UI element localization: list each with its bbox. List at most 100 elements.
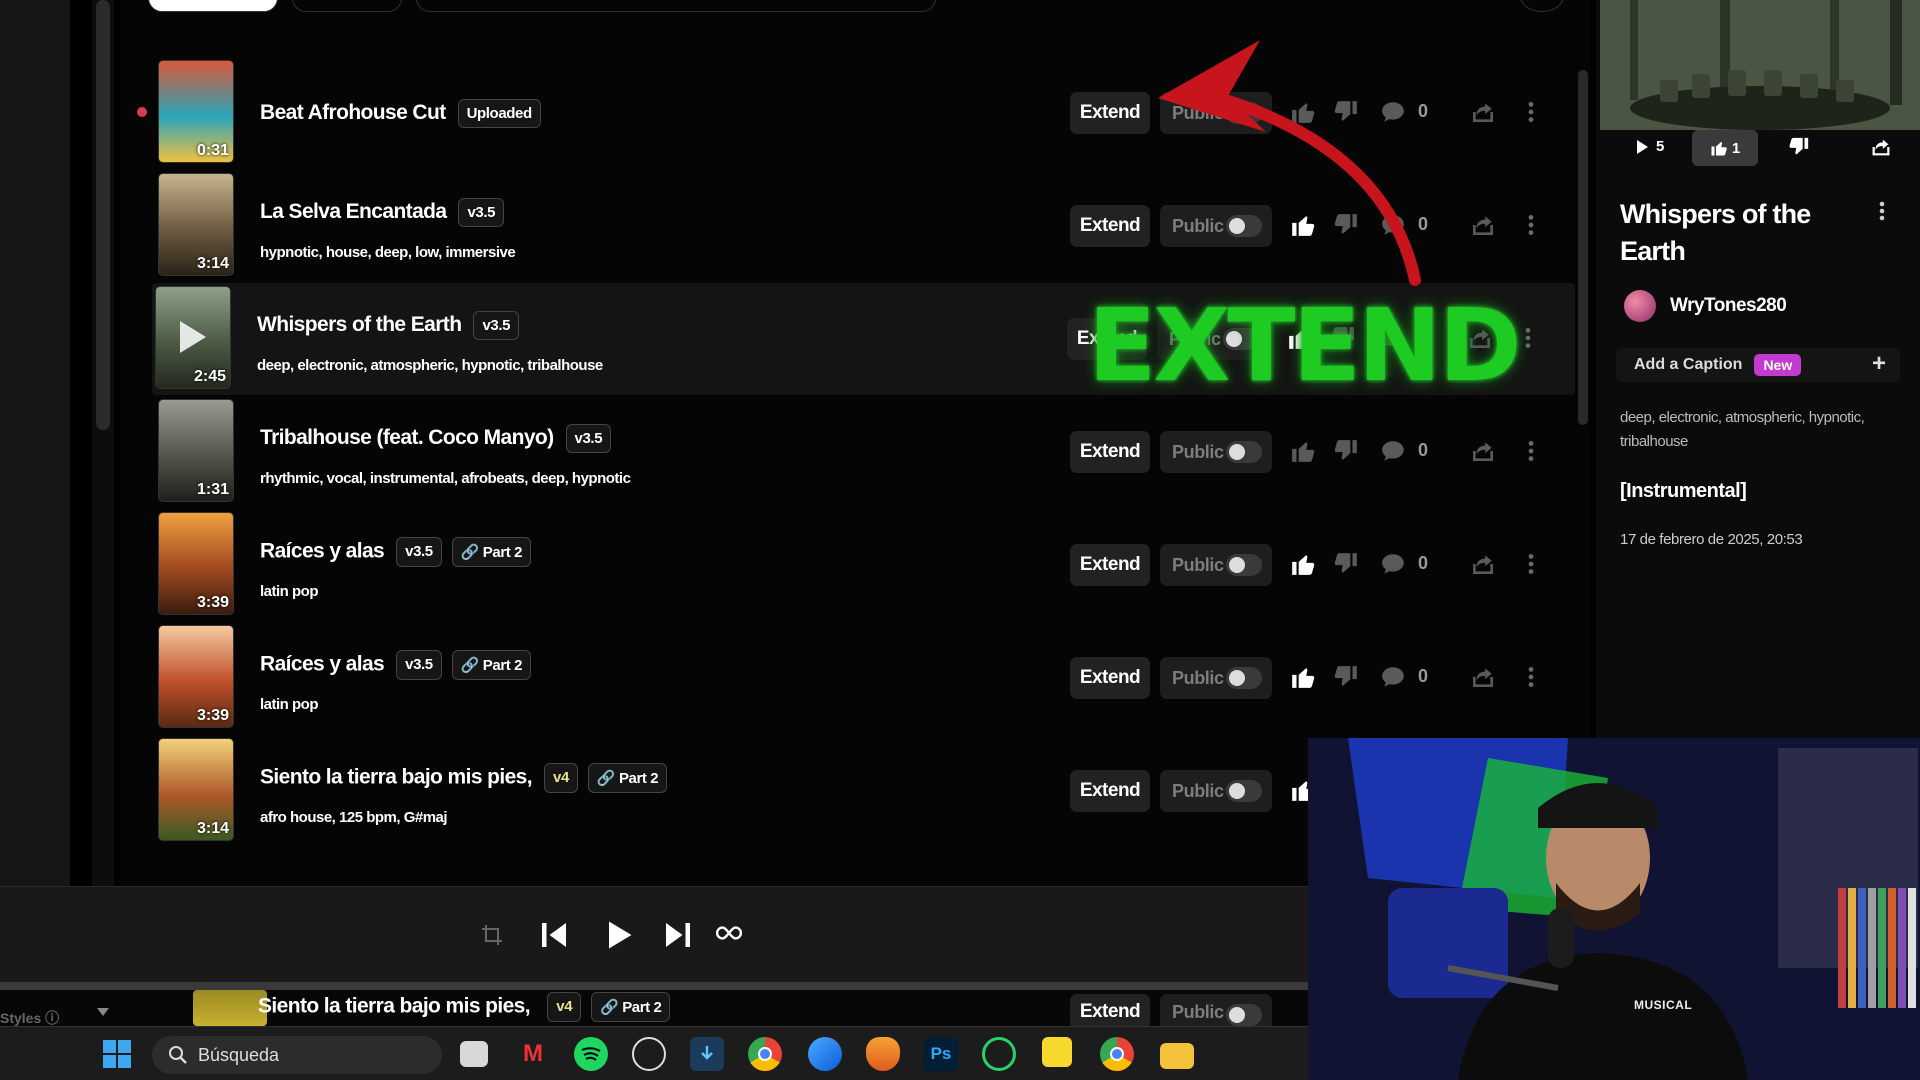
toggle-switch[interactable] bbox=[1226, 1004, 1262, 1026]
visibility-toggle[interactable]: Public bbox=[1160, 431, 1272, 473]
song-title[interactable]: Raíces y alas v3.5 🔗 Part 2 bbox=[260, 537, 532, 567]
song-title[interactable]: La Selva Encantada v3.5 bbox=[260, 198, 505, 227]
thumbs-down-icon[interactable] bbox=[1333, 551, 1359, 577]
loop-button[interactable] bbox=[715, 925, 743, 946]
share-icon[interactable] bbox=[1470, 664, 1496, 690]
share-icon[interactable] bbox=[1470, 438, 1496, 464]
extend-button[interactable]: Extend bbox=[1070, 994, 1150, 1026]
song-badge[interactable]: 🔗 Part 2 bbox=[587, 763, 668, 793]
edge-icon[interactable] bbox=[808, 1037, 842, 1071]
toggle-switch[interactable] bbox=[1226, 667, 1262, 689]
taskbar-search[interactable]: Búsqueda bbox=[152, 1036, 442, 1074]
more-vertical-icon[interactable] bbox=[1518, 664, 1544, 690]
song-title[interactable]: Beat Afrohouse Cut Uploaded bbox=[260, 99, 541, 128]
app-download-icon[interactable] bbox=[690, 1037, 724, 1071]
share-icon[interactable] bbox=[1470, 99, 1496, 125]
windows-start-icon[interactable] bbox=[100, 1037, 134, 1071]
play-count[interactable]: 5 bbox=[1634, 138, 1664, 155]
share-icon[interactable] bbox=[1470, 551, 1496, 577]
extend-button[interactable]: Extend bbox=[1070, 205, 1150, 247]
song-thumbnail[interactable]: 2:45 bbox=[155, 286, 231, 389]
play-overlay-icon[interactable] bbox=[180, 321, 206, 353]
panel-dislike-button[interactable] bbox=[1788, 136, 1810, 163]
song-thumbnail[interactable]: 3:39 bbox=[158, 625, 234, 728]
song-badge[interactable]: 🔗 Part 2 bbox=[451, 650, 532, 680]
song-thumbnail[interactable]: 3:14 bbox=[158, 173, 234, 276]
thumbs-up-icon[interactable] bbox=[1290, 438, 1316, 464]
extend-button[interactable]: Extend bbox=[1070, 544, 1150, 586]
song-title[interactable]: Whispers of the Earth v3.5 bbox=[257, 311, 520, 340]
song-thumbnail[interactable]: 3:14 bbox=[158, 738, 234, 841]
song-title-text[interactable]: Raíces y alas bbox=[260, 653, 385, 676]
song-thumbnail[interactable]: 0:31 bbox=[158, 60, 234, 163]
song-title[interactable]: Tribalhouse (feat. Coco Manyo) v3.5 bbox=[260, 424, 612, 453]
song-title[interactable]: Raíces y alas v3.5 🔗 Part 2 bbox=[260, 650, 532, 680]
visibility-toggle[interactable]: Public bbox=[1160, 770, 1272, 812]
toggle-switch[interactable] bbox=[1226, 780, 1262, 802]
song-thumbnail[interactable]: 3:39 bbox=[158, 512, 234, 615]
song-thumbnail[interactable]: 1:31 bbox=[158, 399, 234, 502]
fl-studio-icon[interactable] bbox=[866, 1037, 900, 1071]
toggle-switch[interactable] bbox=[1226, 554, 1262, 576]
task-view-icon[interactable] bbox=[460, 1041, 488, 1067]
chatgpt-icon[interactable] bbox=[632, 1037, 666, 1071]
visibility-toggle[interactable]: Public bbox=[1160, 544, 1272, 586]
extend-button[interactable]: Extend bbox=[1070, 431, 1150, 473]
visibility-toggle[interactable]: Public bbox=[1160, 994, 1272, 1026]
panel-like-button[interactable]: 1 bbox=[1692, 130, 1758, 166]
share-icon[interactable] bbox=[1470, 212, 1496, 238]
chrome-profile-icon[interactable] bbox=[1100, 1037, 1134, 1071]
more-vertical-icon[interactable] bbox=[1518, 99, 1544, 125]
playback-progress[interactable] bbox=[0, 982, 1308, 990]
thumbs-up-icon[interactable] bbox=[1290, 664, 1316, 690]
sticky-notes-icon[interactable] bbox=[1042, 1037, 1072, 1067]
avatar[interactable] bbox=[1624, 290, 1656, 322]
thumbs-up-icon[interactable] bbox=[1290, 551, 1316, 577]
more-vertical-icon[interactable] bbox=[1518, 212, 1544, 238]
song-title-text[interactable]: Whispers of the Earth bbox=[257, 313, 462, 336]
thumbs-down-icon[interactable] bbox=[1333, 438, 1359, 464]
list-scrollbar[interactable] bbox=[1578, 70, 1588, 425]
song-row[interactable]: 1:31 Tribalhouse (feat. Coco Manyo) v3.5 rh… bbox=[155, 396, 1575, 508]
song-title[interactable]: Siento la tierra bajo mis pies, v4 🔗 Part… bbox=[258, 992, 671, 1022]
next-button[interactable] bbox=[660, 917, 696, 958]
search-pill[interactable] bbox=[416, 0, 936, 12]
previous-button[interactable] bbox=[536, 917, 572, 958]
comment-icon[interactable] bbox=[1380, 438, 1406, 464]
file-explorer-icon[interactable] bbox=[1160, 1043, 1194, 1069]
panel-artist[interactable]: WryTones280 bbox=[1624, 290, 1787, 322]
comment-icon[interactable] bbox=[1380, 664, 1406, 690]
chrome-icon[interactable] bbox=[748, 1037, 782, 1071]
song-row[interactable]: 3:39 Raíces y alas v3.5 🔗 Part 2 latin pop Ex… bbox=[155, 509, 1575, 621]
panel-more-button[interactable] bbox=[1878, 200, 1886, 227]
more-vertical-icon[interactable] bbox=[1518, 551, 1544, 577]
chevron-down-icon[interactable] bbox=[96, 1004, 110, 1022]
song-row[interactable]: 3:39 Raíces y alas v3.5 🔗 Part 2 latin pop Ex… bbox=[155, 622, 1575, 734]
thumbs-down-icon[interactable] bbox=[1333, 664, 1359, 690]
toggle-switch[interactable] bbox=[1226, 441, 1262, 463]
whatsapp-icon[interactable] bbox=[982, 1037, 1016, 1071]
styles-label[interactable]: Styles ⓘ bbox=[0, 1008, 59, 1028]
extend-button[interactable]: Extend bbox=[1070, 92, 1150, 134]
left-scrollbar[interactable] bbox=[96, 0, 110, 430]
plus-icon[interactable]: + bbox=[1872, 350, 1886, 378]
play-button[interactable] bbox=[600, 917, 636, 958]
panel-share-button[interactable] bbox=[1870, 136, 1892, 163]
repeat-button[interactable] bbox=[480, 923, 504, 952]
song-title[interactable]: Siento la tierra bajo mis pies, v4 🔗 Part … bbox=[260, 763, 668, 793]
more-vertical-icon[interactable] bbox=[1518, 438, 1544, 464]
filter-pill-active[interactable] bbox=[148, 0, 278, 12]
song-badge[interactable]: 🔗 Part 2 bbox=[451, 537, 532, 567]
photoshop-icon[interactable]: Ps bbox=[924, 1037, 958, 1071]
artist-name[interactable]: WryTones280 bbox=[1670, 295, 1787, 317]
song-title-text[interactable]: Beat Afrohouse Cut bbox=[260, 101, 446, 124]
gmail-icon[interactable]: M bbox=[516, 1037, 550, 1071]
visibility-toggle[interactable]: Public bbox=[1160, 657, 1272, 699]
comment-icon[interactable] bbox=[1380, 551, 1406, 577]
extend-button[interactable]: Extend bbox=[1070, 657, 1150, 699]
song-title-text[interactable]: Raíces y alas bbox=[260, 540, 385, 563]
song-title-text[interactable]: Siento la tierra bajo mis pies, bbox=[260, 766, 533, 789]
add-caption-button[interactable]: Add a Caption New + bbox=[1616, 348, 1900, 382]
song-badge[interactable]: 🔗 Part 2 bbox=[591, 992, 671, 1022]
filter-pill[interactable] bbox=[292, 0, 402, 12]
